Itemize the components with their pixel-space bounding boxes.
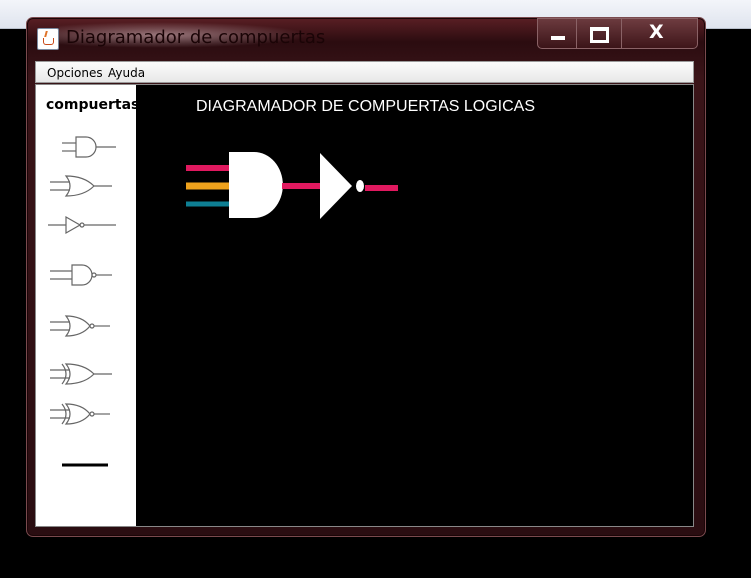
java-app-icon[interactable] xyxy=(37,28,59,50)
app-window: Diagramador de compuertas X Opciones Ayu… xyxy=(26,17,706,537)
minimize-icon xyxy=(551,36,565,40)
diagram-canvas[interactable] xyxy=(136,85,693,526)
xor-gate-icon[interactable] xyxy=(46,360,118,390)
not-gate-shape xyxy=(320,153,352,219)
maximize-icon xyxy=(590,27,609,43)
not-gate-bubble xyxy=(356,180,364,192)
window-title: Diagramador de compuertas xyxy=(66,27,326,48)
menu-opciones[interactable]: Opciones xyxy=(47,66,103,80)
or-gate-icon[interactable] xyxy=(46,172,118,202)
diagram-not-gate[interactable] xyxy=(320,153,364,219)
gate-palette: compuertas xyxy=(36,85,140,526)
minimize-button[interactable] xyxy=(537,18,577,49)
and-gate-icon[interactable] xyxy=(46,133,118,163)
not-gate-icon[interactable] xyxy=(46,211,118,241)
palette-title: compuertas xyxy=(46,97,140,113)
client-area: compuertas DIAGRAMADOR DE COMPUERTAS LOG… xyxy=(35,84,694,527)
close-icon: X xyxy=(649,21,664,43)
wire-icon[interactable] xyxy=(46,451,118,481)
xnor-gate-icon[interactable] xyxy=(46,400,118,430)
and-gate-shape xyxy=(229,152,283,218)
nor-gate-icon[interactable] xyxy=(46,312,118,342)
diagram-and-gate[interactable] xyxy=(186,152,283,218)
nand-gate-icon[interactable] xyxy=(46,261,118,291)
menu-ayuda[interactable]: Ayuda xyxy=(108,66,145,80)
maximize-button[interactable] xyxy=(576,18,622,49)
menu-bar: Opciones Ayuda xyxy=(35,61,694,83)
close-button[interactable]: X xyxy=(621,18,698,49)
